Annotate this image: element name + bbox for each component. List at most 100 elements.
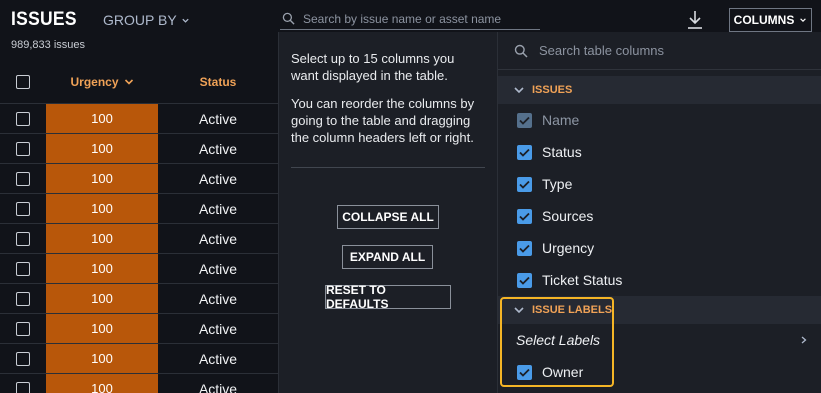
table-row[interactable]: 100 Active (0, 104, 278, 134)
status-cell: Active (198, 230, 238, 247)
checkbox[interactable] (517, 208, 532, 224)
status-cell: Active (198, 350, 238, 367)
column-option-sources[interactable]: Sources (498, 200, 821, 232)
checkbox[interactable] (517, 240, 532, 256)
table-row[interactable]: 100 Active (0, 164, 278, 194)
page-title: ISSUES (11, 9, 77, 30)
column-search[interactable] (498, 32, 821, 70)
select-labels-row[interactable]: Select Labels (498, 324, 821, 356)
column-header-urgency[interactable]: Urgency (46, 75, 158, 89)
chevron-down-icon (514, 86, 524, 93)
row-checkbox[interactable] (16, 111, 30, 126)
urgency-cell: 100 (46, 224, 158, 254)
row-checkbox[interactable] (16, 291, 30, 306)
select-all-cell (0, 74, 46, 89)
reset-defaults-button[interactable]: RESET TO DEFAULTS (325, 283, 451, 311)
row-checkbox[interactable] (16, 381, 30, 393)
section-label: ISSUE LABELS (532, 304, 613, 316)
row-checkbox[interactable] (16, 351, 30, 366)
status-cell: Active (198, 320, 238, 337)
check-icon (519, 148, 530, 157)
status-cell: Active (198, 200, 238, 217)
expand-all-button[interactable]: EXPAND ALL (342, 245, 433, 269)
row-checkbox[interactable] (16, 261, 30, 276)
column-option-type[interactable]: Type (498, 168, 821, 200)
checkbox (517, 112, 532, 128)
urgency-cell: 100 (46, 104, 158, 134)
chevron-down-icon (182, 18, 189, 23)
column-option-label: Status (542, 144, 582, 160)
instructions-text: You can reorder the columns by going to … (291, 96, 475, 145)
row-checkbox[interactable] (16, 141, 30, 156)
download-button[interactable] (686, 10, 704, 30)
collapse-all-button[interactable]: COLLAPSE ALL (337, 205, 439, 229)
check-icon (519, 116, 530, 125)
column-option-label: Sources (542, 208, 594, 224)
column-option-ticket-status[interactable]: Ticket Status (498, 264, 821, 296)
urgency-cell: 100 (46, 284, 158, 314)
chevron-right-icon (801, 336, 807, 344)
urgency-cell: 100 (46, 374, 158, 393)
checkbox[interactable] (517, 272, 532, 288)
status-cell: Active (198, 290, 238, 307)
column-header-label: Urgency (70, 74, 119, 89)
issue-search[interactable] (280, 8, 540, 30)
table-row[interactable]: 100 Active (0, 134, 278, 164)
section-label: ISSUES (532, 84, 573, 96)
table-row[interactable]: 100 Active (0, 314, 278, 344)
column-option-label: Ticket Status (542, 272, 623, 288)
search-icon (282, 12, 295, 25)
check-icon (519, 276, 530, 285)
issue-count: 989,833 issues (11, 39, 85, 51)
column-search-input[interactable] (539, 43, 799, 58)
check-icon (519, 212, 530, 221)
table-row[interactable]: 100 Active (0, 344, 278, 374)
row-checkbox[interactable] (16, 171, 30, 186)
section-header-issues[interactable]: ISSUES (498, 76, 821, 104)
column-option-urgency[interactable]: Urgency (498, 232, 821, 264)
columns-button-label: COLUMNS (733, 13, 795, 27)
row-checkbox[interactable] (16, 231, 30, 246)
chevron-down-icon (800, 18, 807, 22)
check-icon (519, 368, 530, 377)
checkbox[interactable] (517, 364, 532, 380)
urgency-cell: 100 (46, 194, 158, 224)
check-icon (519, 180, 530, 189)
checkbox[interactable] (517, 176, 532, 192)
table-row[interactable]: 100 Active (0, 284, 278, 314)
group-by-label: GROUP BY (103, 12, 177, 28)
urgency-cell: 100 (46, 344, 158, 374)
urgency-cell: 100 (46, 314, 158, 344)
column-header-status[interactable]: Status (158, 75, 278, 89)
select-labels-label: Select Labels (516, 332, 601, 348)
chevron-down-icon (514, 306, 524, 313)
column-option-label: Name (542, 112, 580, 128)
row-checkbox[interactable] (16, 201, 30, 216)
column-option-label: Urgency (542, 240, 595, 256)
divider (291, 167, 485, 168)
columns-button[interactable]: COLUMNS (729, 8, 812, 32)
table-row[interactable]: 100 Active (0, 254, 278, 284)
table-row[interactable]: 100 Active (0, 224, 278, 254)
column-option-owner[interactable]: Owner (498, 356, 821, 388)
issues-table: Urgency Status 100 Active 100 Active 100 Ac… (0, 60, 278, 393)
status-cell: Active (198, 140, 238, 157)
table-row[interactable]: 100 Active (0, 374, 278, 393)
column-option-label: Owner (542, 364, 584, 380)
section-header-issue-labels[interactable]: ISSUE LABELS (498, 296, 821, 324)
row-checkbox[interactable] (16, 321, 30, 336)
checkbox[interactable] (517, 144, 532, 160)
select-all-checkbox[interactable] (16, 74, 30, 89)
urgency-cell: 100 (46, 254, 158, 284)
column-option-label: Type (542, 176, 573, 192)
column-option-name: Name (498, 104, 821, 136)
table-row[interactable]: 100 Active (0, 194, 278, 224)
instructions-text: Select up to 15 columns you want display… (291, 51, 455, 83)
column-option-status[interactable]: Status (498, 136, 821, 168)
table-header: Urgency Status (0, 60, 278, 104)
status-cell: Active (198, 170, 238, 187)
search-input[interactable] (303, 11, 533, 26)
table-body: 100 Active 100 Active 100 Active 100 Active … (0, 104, 278, 393)
column-picker-panel: ISSUES Name Status Type Sources Urgency … (497, 32, 821, 393)
group-by-dropdown[interactable]: GROUP BY (103, 12, 190, 28)
